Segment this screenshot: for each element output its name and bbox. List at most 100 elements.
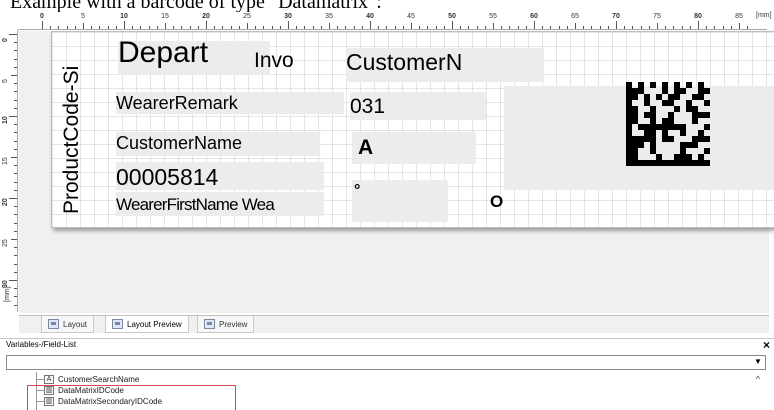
- ruler-tick: [394, 26, 396, 29]
- ruler-tick: [640, 26, 642, 29]
- barcode-module: [686, 154, 692, 160]
- barcode-module: [638, 124, 644, 130]
- ruler-tick: [14, 148, 17, 150]
- department-field[interactable]: Depart: [118, 36, 208, 70]
- barcode-module: [662, 136, 668, 142]
- barcode-module: [692, 106, 698, 112]
- barcode-module: [662, 82, 668, 88]
- barcode-module: [680, 154, 686, 160]
- tab-preview[interactable]: Preview: [197, 316, 255, 333]
- tab-label: Preview: [219, 319, 248, 329]
- barcode-module: [632, 142, 638, 148]
- size-field[interactable]: 031: [350, 95, 385, 119]
- barcode-module: [626, 136, 632, 142]
- ruler-tick: [14, 214, 17, 216]
- letter-o-field[interactable]: O: [490, 192, 503, 212]
- ruler-tick: [230, 26, 232, 29]
- degree-field[interactable]: °: [354, 182, 360, 200]
- number-field[interactable]: 00005814: [116, 164, 218, 191]
- barcode-module: [662, 100, 668, 106]
- ruler-tick: [632, 26, 634, 29]
- chevron-down-icon[interactable]: ▼: [752, 357, 764, 368]
- barcode-module: [626, 160, 632, 166]
- ruler-tick: [14, 247, 17, 249]
- barcode-module: [680, 124, 686, 130]
- design-canvas[interactable]: ProductCode-Si Depart Invo CustomerN Wea…: [19, 31, 774, 313]
- datamatrix-barcode[interactable]: [626, 82, 714, 168]
- letter-a-field[interactable]: A: [358, 136, 373, 160]
- tab-label: Layout Preview: [127, 319, 182, 329]
- barcode-module: [686, 82, 692, 88]
- ruler-label: 75: [653, 13, 661, 20]
- ruler-tick: [14, 66, 17, 68]
- wearer-remark-field[interactable]: WearerRemark: [116, 93, 238, 114]
- ruler-tick: [14, 222, 17, 224]
- ruler-tick: [197, 26, 199, 29]
- customer-number-field[interactable]: CustomerN: [346, 49, 484, 76]
- ruler-tick: [11, 157, 17, 158]
- ruler-label: 20: [2, 198, 9, 206]
- ruler-tick: [452, 21, 453, 29]
- ruler-tick: [419, 26, 421, 29]
- ruler-tick: [304, 26, 306, 29]
- ruler-tick: [435, 26, 437, 29]
- barcode-module: [632, 88, 638, 94]
- layout-preview-icon: [112, 319, 123, 329]
- barcode-module: [650, 160, 656, 166]
- ruler-tick: [657, 23, 658, 29]
- ruler-tick: [148, 26, 150, 29]
- ruler-tick: [320, 26, 322, 29]
- barcode-module: [662, 124, 668, 130]
- ruler-tick: [107, 26, 109, 29]
- barcode-module: [656, 154, 662, 160]
- ruler-tick: [673, 26, 675, 29]
- label-sheet[interactable]: ProductCode-Si Depart Invo CustomerN Wea…: [51, 31, 774, 228]
- ruler-tick: [722, 26, 724, 29]
- ruler-label: 30: [284, 13, 292, 20]
- ruler-tick: [648, 26, 650, 29]
- barcode-module: [650, 106, 656, 112]
- ruler-tick: [132, 26, 134, 29]
- ruler-tick: [312, 26, 314, 29]
- barcode-module: [626, 112, 632, 118]
- barcode-module: [686, 106, 692, 112]
- barcode-module: [704, 148, 710, 154]
- product-code-field[interactable]: ProductCode-Si: [60, 54, 88, 214]
- ruler-tick: [361, 26, 363, 29]
- tab-layout-preview[interactable]: Layout Preview: [105, 316, 189, 333]
- barcode-module: [626, 100, 632, 106]
- ruler-tick: [14, 107, 17, 109]
- ruler-tick: [14, 50, 17, 52]
- customer-name-field[interactable]: CustomerName: [116, 133, 242, 154]
- ruler-tick: [468, 26, 470, 29]
- barcode-module: [662, 118, 668, 124]
- barcode-module: [692, 94, 698, 100]
- barcode-module: [644, 94, 650, 100]
- barcode-module: [674, 154, 680, 160]
- ruler-label: 0: [40, 13, 44, 20]
- ruler-label: 25: [2, 239, 9, 247]
- ruler-tick: [14, 304, 17, 306]
- ruler-tick: [624, 26, 626, 29]
- view-tabs: Layout Layout Preview Preview: [19, 315, 769, 333]
- ruler-tick: [460, 26, 462, 29]
- tab-layout[interactable]: Layout: [41, 316, 95, 333]
- barcode-module: [626, 154, 632, 160]
- scroll-up-icon[interactable]: ^: [756, 374, 760, 384]
- barcode-module: [686, 142, 692, 148]
- tree-item-customer-search-name[interactable]: A CustomerSearchName: [44, 374, 139, 385]
- ruler-label: 80: [694, 13, 702, 20]
- barcode-module: [650, 136, 656, 142]
- ruler-tick: [14, 165, 17, 167]
- invoice-field[interactable]: Invo: [254, 49, 294, 73]
- barcode-module: [704, 88, 710, 94]
- barcode-module: [686, 100, 692, 106]
- ruler-label: 10: [120, 13, 128, 20]
- wearer-first-name-field[interactable]: WearerFirstName Wea: [116, 195, 276, 215]
- ruler-tick: [566, 26, 568, 29]
- variable-filter-dropdown[interactable]: ▼: [6, 355, 766, 370]
- barcode-module: [680, 142, 686, 148]
- close-icon[interactable]: ×: [763, 338, 770, 352]
- highlight-box: [27, 385, 236, 410]
- ruler-tick: [534, 21, 535, 29]
